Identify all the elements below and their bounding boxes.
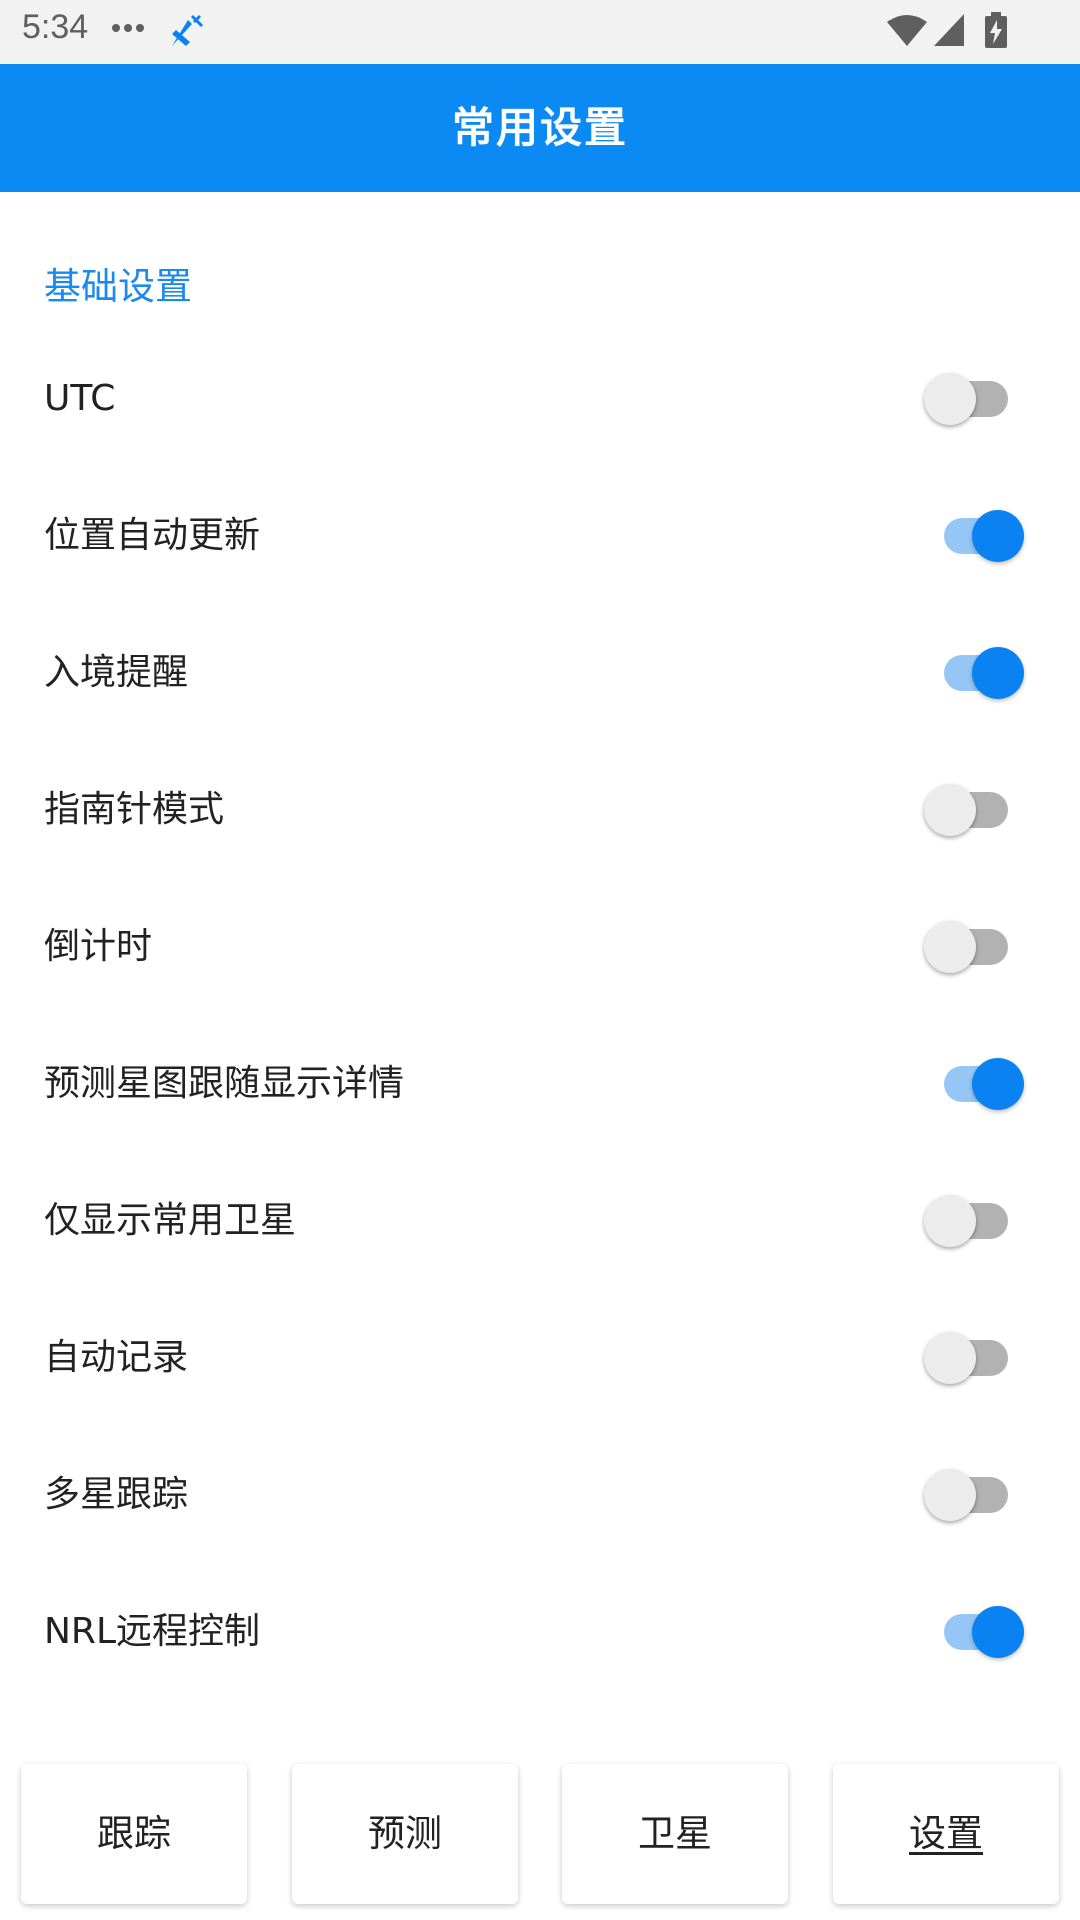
- nav-button-settings[interactable]: 设置: [833, 1764, 1059, 1904]
- nav-button-label: 设置: [909, 1812, 983, 1855]
- status-time: 5:34: [22, 8, 89, 46]
- setting-row-entry-reminder[interactable]: 入境提醒: [0, 604, 1080, 741]
- setting-row-common-satellites[interactable]: 仅显示常用卫星: [0, 1152, 1080, 1289]
- setting-label: UTC: [44, 378, 116, 419]
- setting-row-prediction-detail[interactable]: 预测星图跟随显示详情: [0, 1015, 1080, 1152]
- toggle-switch[interactable]: [920, 373, 1030, 425]
- battery-charging-icon: [985, 12, 1007, 48]
- setting-row-auto-record[interactable]: 自动记录: [0, 1289, 1080, 1426]
- toggle-switch[interactable]: [920, 784, 1030, 836]
- toggle-switch[interactable]: [920, 647, 1030, 699]
- page-title: 常用设置: [451, 103, 628, 152]
- setting-label: 倒计时: [44, 926, 153, 967]
- nav-button-prediction[interactable]: 预测: [292, 1764, 518, 1904]
- toggle-switch[interactable]: [920, 510, 1030, 562]
- app-bar: 常用设置: [0, 64, 1080, 192]
- status-bar: 5:34: [0, 0, 1080, 64]
- setting-row-compass-mode[interactable]: 指南针模式: [0, 741, 1080, 878]
- toggle-switch[interactable]: [920, 1469, 1030, 1521]
- satellite-icon: [172, 14, 204, 46]
- nav-button-label: 卫星: [638, 1812, 712, 1855]
- setting-label: 预测星图跟随显示详情: [44, 1063, 405, 1104]
- toggle-switch[interactable]: [920, 1195, 1030, 1247]
- nav-button-label: 预测: [368, 1812, 442, 1855]
- nav-button-tracking[interactable]: 跟踪: [21, 1764, 247, 1904]
- setting-row-utc[interactable]: UTC: [0, 330, 1080, 467]
- toggle-switch[interactable]: [920, 921, 1030, 973]
- toggle-switch[interactable]: [920, 1332, 1030, 1384]
- more-dots-icon: [112, 24, 146, 34]
- cell-signal-icon: [934, 14, 964, 46]
- setting-label: 入境提醒: [44, 652, 189, 693]
- setting-row-countdown[interactable]: 倒计时: [0, 878, 1080, 1015]
- wifi-icon: [887, 15, 927, 46]
- setting-label: 自动记录: [44, 1337, 189, 1378]
- setting-row-nrl-remote[interactable]: NRL远程控制: [0, 1563, 1080, 1700]
- toggle-switch[interactable]: [920, 1058, 1030, 1110]
- setting-label: 仅显示常用卫星: [44, 1200, 297, 1241]
- setting-row-auto-location[interactable]: 位置自动更新: [0, 467, 1080, 604]
- setting-label: 位置自动更新: [44, 515, 261, 556]
- setting-label: 指南针模式: [44, 789, 225, 830]
- setting-label: NRL远程控制: [44, 1611, 261, 1652]
- nav-button-label: 跟踪: [97, 1812, 171, 1855]
- bottom-nav: 跟踪 预测 卫星 设置: [0, 1744, 1080, 1920]
- section-title: 基础设置: [44, 265, 192, 308]
- nav-button-satellites[interactable]: 卫星: [562, 1764, 788, 1904]
- toggle-switch[interactable]: [920, 1606, 1030, 1658]
- setting-label: 多星跟踪: [44, 1474, 189, 1515]
- setting-row-multi-tracking[interactable]: 多星跟踪: [0, 1426, 1080, 1563]
